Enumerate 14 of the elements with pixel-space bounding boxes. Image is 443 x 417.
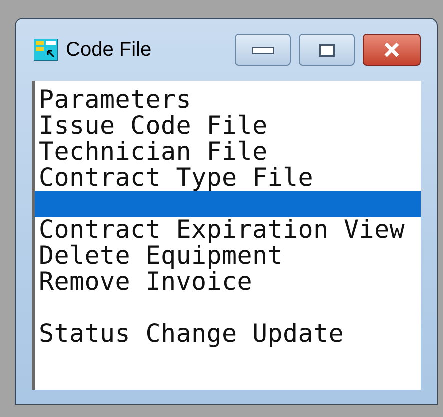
minimize-button[interactable] bbox=[235, 34, 291, 66]
list-item[interactable]: Contract Type File bbox=[35, 165, 421, 191]
window-title: Code File bbox=[66, 38, 152, 63]
list-item[interactable]: Issue Code File bbox=[35, 113, 421, 139]
list-item[interactable]: Contract Expiration View bbox=[35, 217, 421, 243]
close-icon bbox=[384, 43, 400, 57]
close-button[interactable] bbox=[363, 34, 421, 66]
list-item[interactable]: Delete Equipment bbox=[35, 243, 421, 269]
list-item[interactable]: Remove Invoice bbox=[35, 269, 421, 295]
list-item[interactable]: Technician File bbox=[35, 139, 421, 165]
list-item[interactable]: Status Change Update bbox=[35, 321, 421, 347]
list-item[interactable]: Parameters bbox=[35, 87, 421, 113]
maximize-button[interactable] bbox=[299, 34, 355, 66]
app-icon bbox=[34, 39, 58, 61]
